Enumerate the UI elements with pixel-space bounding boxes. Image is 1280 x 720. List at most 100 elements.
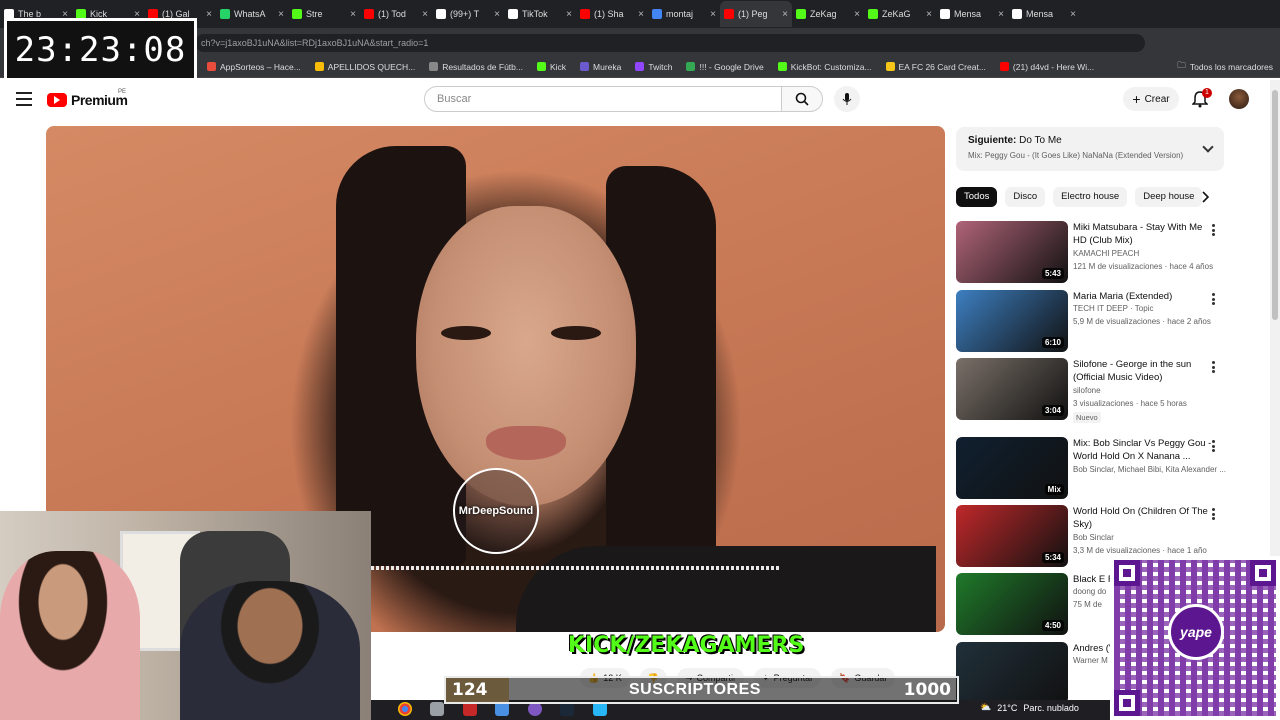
browser-tab[interactable]: montaj × xyxy=(648,1,720,27)
channel-name[interactable]: Warner M xyxy=(1073,656,1108,665)
browser-tab[interactable]: (1) Sha × xyxy=(576,1,648,27)
channel-name[interactable]: silofone xyxy=(1073,386,1101,395)
voice-search-button[interactable] xyxy=(834,86,860,112)
video-thumbnail[interactable]: 4:50 xyxy=(956,573,1068,635)
browser-tab[interactable]: (99+) T × xyxy=(432,1,504,27)
video-title[interactable]: Miki Matsubara - Stay With Me HD (Club M… xyxy=(1073,221,1213,247)
browser-tab[interactable]: Stre × xyxy=(288,1,360,27)
steam-icon[interactable] xyxy=(560,702,574,716)
browser-tab[interactable]: ZeKag × xyxy=(792,1,864,27)
close-icon[interactable]: × xyxy=(422,9,428,20)
bookmark-item[interactable]: !!! - Google Drive xyxy=(679,62,770,72)
video-thumbnail[interactable]: 6:10 xyxy=(956,290,1068,352)
bookmark-item[interactable]: KickBot: Customiza... xyxy=(771,62,879,72)
close-icon[interactable]: × xyxy=(1070,9,1076,20)
youtube-logo[interactable]: Premium PE xyxy=(47,89,128,108)
bookmark-item[interactable]: APELLIDOS QUECH... xyxy=(308,62,422,72)
close-icon[interactable]: × xyxy=(206,9,212,20)
favicon-icon xyxy=(796,9,806,19)
close-icon[interactable]: × xyxy=(350,9,356,20)
video-thumbnail[interactable]: Mix xyxy=(956,437,1068,499)
duration-badge: 3:04 xyxy=(1041,405,1064,416)
bookmark-item[interactable]: AppSorteos – Hace... xyxy=(200,62,308,72)
new-badge: Nuevo xyxy=(1073,412,1101,423)
browser-tab[interactable]: (1) Peg × xyxy=(720,1,792,27)
video-title[interactable]: Maria Maria (Extended) xyxy=(1073,290,1213,303)
browser-tab[interactable]: Mensa × xyxy=(936,1,1008,27)
close-icon[interactable]: × xyxy=(998,9,1004,20)
bookmark-item[interactable]: Mureka xyxy=(573,62,628,72)
favicon-icon xyxy=(686,62,696,71)
more-options-icon[interactable] xyxy=(1212,224,1216,236)
close-icon[interactable]: × xyxy=(494,9,500,20)
more-options-icon[interactable] xyxy=(1212,508,1216,520)
bookmark-item[interactable]: Resultados de Fútb... xyxy=(422,62,530,72)
close-icon[interactable]: × xyxy=(638,9,644,20)
favicon-icon xyxy=(652,9,662,19)
address-bar[interactable]: ch?v=j1axoBJ1uNA&list=RDj1axoBJ1uNA&star… xyxy=(195,34,1145,52)
all-bookmarks-folder[interactable]: 🗀 Todos los marcadores xyxy=(1170,60,1280,74)
weather-widget[interactable]: ⛅ 21°C Parc. nublado xyxy=(980,702,1079,713)
app-icon[interactable] xyxy=(593,702,607,716)
notifications-button[interactable]: 1 xyxy=(1191,88,1212,108)
recommended-video[interactable]: Mix Mix: Bob Sinclar Vs Peggy Gou - World… xyxy=(956,437,1226,499)
close-icon[interactable]: × xyxy=(926,9,932,20)
app-icon[interactable] xyxy=(430,702,444,716)
chevron-right-icon[interactable] xyxy=(1200,191,1210,203)
recommended-video[interactable]: 3:04 Silofone - George in the sun (Offici… xyxy=(956,358,1224,423)
filter-chip[interactable]: Todos xyxy=(956,187,998,207)
browser-tab[interactable]: (1) Tod × xyxy=(360,1,432,27)
more-options-icon[interactable] xyxy=(1212,361,1216,373)
recommended-video[interactable]: 5:43 Miki Matsubara - Stay With Me HD (Cl… xyxy=(956,221,1224,283)
close-icon[interactable]: × xyxy=(566,9,572,20)
channel-name[interactable]: KAMACHI PEACH xyxy=(1073,249,1139,258)
close-icon[interactable]: × xyxy=(710,9,716,20)
avatar[interactable] xyxy=(1229,89,1249,109)
bookmark-item[interactable]: EA FC 26 Card Creat... xyxy=(879,62,993,72)
search-button[interactable] xyxy=(781,86,823,112)
stream-clock: 23:23:08 xyxy=(4,18,197,81)
up-next-card[interactable]: Siguiente: Do To Me Mix: Peggy Gou - (It… xyxy=(956,127,1224,171)
browser-tab[interactable]: WhatsA × xyxy=(216,1,288,27)
channel-name[interactable]: TECH IT DEEP · Topic xyxy=(1073,304,1153,313)
close-icon[interactable]: × xyxy=(278,9,284,20)
audio-waveform xyxy=(371,566,781,570)
channel-name[interactable]: Bob Sinclar, Michael Bibi, Kita Alexande… xyxy=(1073,465,1226,474)
channel-watermark-logo: MrDeepSound xyxy=(453,468,539,554)
chrome-icon[interactable] xyxy=(398,702,412,716)
app-icon[interactable] xyxy=(463,702,477,716)
more-options-icon[interactable] xyxy=(1212,293,1216,305)
microphone-icon xyxy=(842,93,852,105)
channel-name[interactable]: doong do xyxy=(1073,587,1106,596)
menu-icon[interactable] xyxy=(16,92,32,106)
video-thumbnail[interactable]: 5:34 xyxy=(956,505,1068,567)
browser-tab[interactable]: TikTok × xyxy=(504,1,576,27)
bookmark-item[interactable]: Kick xyxy=(530,62,573,72)
filter-chip[interactable]: Disco xyxy=(1005,187,1046,207)
recommended-video[interactable]: 6:10 Maria Maria (Extended) TECH IT DEEP ·… xyxy=(956,290,1224,352)
app-icon[interactable] xyxy=(528,702,542,716)
scrollbar-thumb[interactable] xyxy=(1272,90,1278,320)
app-icon[interactable] xyxy=(495,702,509,716)
create-button[interactable]: + Crear xyxy=(1123,87,1179,111)
close-icon[interactable]: × xyxy=(854,9,860,20)
video-title[interactable]: Silofone - George in the sun (Official M… xyxy=(1073,358,1213,384)
search-input[interactable]: Buscar xyxy=(424,86,782,112)
kick-channel-overlay: KICK/ZEKAGAMERS xyxy=(568,633,805,658)
close-icon[interactable]: × xyxy=(782,9,788,20)
more-options-icon[interactable] xyxy=(1212,440,1216,452)
video-thumbnail[interactable]: 5:43 xyxy=(956,221,1068,283)
browser-tab[interactable]: Mensa × xyxy=(1008,1,1080,27)
video-title[interactable]: World Hold On (Children Of The Sky) xyxy=(1073,505,1213,531)
filter-chip[interactable]: Deep house xyxy=(1135,187,1203,207)
bookmark-item[interactable]: Twitch xyxy=(628,62,679,72)
video-title[interactable]: Mix: Bob Sinclar Vs Peggy Gou - World Ho… xyxy=(1073,437,1213,463)
partly-cloudy-icon: ⛅ xyxy=(980,702,992,712)
video-meta: 3 visualizaciones · hace 5 horas xyxy=(1073,399,1187,408)
channel-name[interactable]: Bob Sinclar xyxy=(1073,533,1114,542)
bookmark-item[interactable]: (21) d4vd - Here Wi... xyxy=(993,62,1101,72)
browser-tab[interactable]: ZeKaG × xyxy=(864,1,936,27)
video-thumbnail[interactable]: 3:04 xyxy=(956,358,1068,420)
filter-chip[interactable]: Electro house xyxy=(1053,187,1128,207)
video-thumbnail[interactable] xyxy=(956,642,1068,704)
